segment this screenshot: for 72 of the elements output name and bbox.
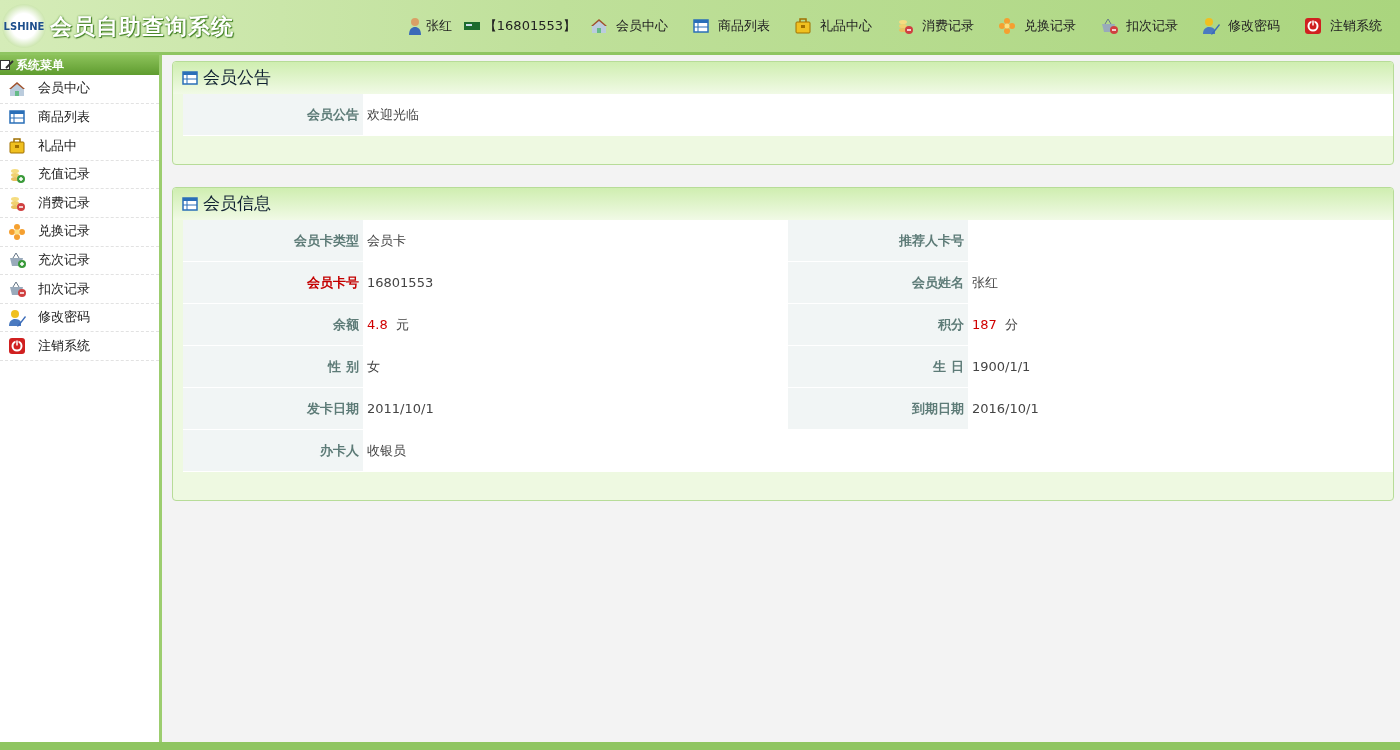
field-label: 办卡人 bbox=[183, 430, 363, 472]
sidebar-title: 系统菜单 bbox=[16, 57, 64, 74]
nav-link-item[interactable]: 修改密码 bbox=[1192, 16, 1290, 36]
nav-link-item[interactable]: 扣次记录 bbox=[1090, 16, 1188, 36]
field-label: 余额 bbox=[183, 304, 363, 346]
nav-link-item[interactable]: 兑换记录 bbox=[988, 16, 1086, 36]
table-icon bbox=[692, 17, 710, 35]
card-icon bbox=[463, 20, 480, 32]
bag-icon bbox=[794, 17, 812, 35]
field-label: 会员公告 bbox=[183, 94, 363, 136]
sidebar-item[interactable]: 兑换记录 bbox=[0, 217, 159, 247]
unit-label: 元 bbox=[395, 316, 409, 335]
table-icon bbox=[181, 195, 199, 213]
field-label: 会员卡类型 bbox=[183, 220, 363, 262]
field-label: 到期日期 bbox=[788, 388, 968, 430]
field-value: 女 bbox=[367, 358, 380, 377]
person-pencil-icon bbox=[8, 308, 26, 327]
field-label: 积分 bbox=[788, 304, 968, 346]
field-value: 收银员 bbox=[367, 442, 406, 461]
nav-link-item[interactable]: 礼品中心 bbox=[784, 16, 882, 36]
house-icon bbox=[590, 17, 608, 35]
field-value: 187 bbox=[972, 316, 997, 335]
edit-icon bbox=[0, 59, 14, 71]
field-value: 会员卡 bbox=[367, 232, 406, 251]
flower-icon bbox=[8, 222, 26, 241]
card-number: 【16801553】 bbox=[483, 17, 576, 36]
sidebar-item[interactable]: 商品列表 bbox=[0, 103, 159, 133]
nav-link-item[interactable]: 消费记录 bbox=[886, 16, 984, 36]
basket-minus-icon bbox=[8, 279, 26, 298]
table-icon bbox=[181, 69, 199, 87]
house-icon bbox=[8, 79, 26, 98]
table-icon bbox=[8, 108, 26, 127]
field-label: 生 日 bbox=[788, 346, 968, 388]
field-value: 16801553 bbox=[367, 274, 434, 293]
power-icon bbox=[8, 337, 26, 356]
panel-title: 会员公告 bbox=[203, 66, 271, 90]
field-label: 发卡日期 bbox=[183, 388, 363, 430]
sidebar-item[interactable]: 充值记录 bbox=[0, 160, 159, 190]
panel-title: 会员信息 bbox=[203, 192, 271, 216]
sidebar-item[interactable]: 充次记录 bbox=[0, 246, 159, 276]
coins-minus-icon bbox=[8, 194, 26, 213]
field-value: 2016/10/1 bbox=[972, 400, 1039, 419]
coins-minus-icon bbox=[896, 17, 914, 35]
logo: LSHINE bbox=[2, 4, 46, 48]
user-icon bbox=[407, 17, 422, 35]
sidebar-item[interactable]: 会员中心 bbox=[0, 75, 159, 104]
person-pencil-icon bbox=[1202, 17, 1220, 35]
nav-link-item[interactable]: 注销系统 bbox=[1294, 16, 1392, 36]
field-label: 推荐人卡号 bbox=[788, 220, 968, 262]
field-label: 性 别 bbox=[183, 346, 363, 388]
basket-plus-icon bbox=[8, 251, 26, 270]
field-value: 张红 bbox=[972, 274, 998, 293]
power-icon bbox=[1304, 17, 1322, 35]
nav-link-item[interactable]: 会员中心 bbox=[580, 16, 678, 36]
sidebar-item[interactable]: 礼品中 bbox=[0, 132, 159, 161]
unit-label: 分 bbox=[1004, 316, 1018, 335]
notice-text: 欢迎光临 bbox=[367, 106, 419, 125]
field-value: 2011/10/1 bbox=[367, 400, 434, 419]
basket-minus-icon bbox=[1100, 17, 1118, 35]
user-name: 张红 bbox=[425, 17, 452, 36]
field-value: 1900/1/1 bbox=[972, 358, 1031, 377]
app-title: 会员自助查询系统 bbox=[50, 12, 234, 41]
field-label: 会员卡号 bbox=[183, 262, 363, 304]
sidebar-item[interactable]: 注销系统 bbox=[0, 332, 159, 361]
sidebar-item[interactable]: 消费记录 bbox=[0, 189, 159, 218]
field-label: 会员姓名 bbox=[788, 262, 968, 304]
sidebar-item[interactable]: 修改密码 bbox=[0, 303, 159, 333]
bag-icon bbox=[8, 137, 26, 155]
sidebar-item[interactable]: 扣次记录 bbox=[0, 275, 159, 304]
flower-icon bbox=[998, 17, 1016, 35]
field-value: 4.8 bbox=[367, 316, 388, 335]
nav-link-item[interactable]: 商品列表 bbox=[682, 16, 780, 36]
